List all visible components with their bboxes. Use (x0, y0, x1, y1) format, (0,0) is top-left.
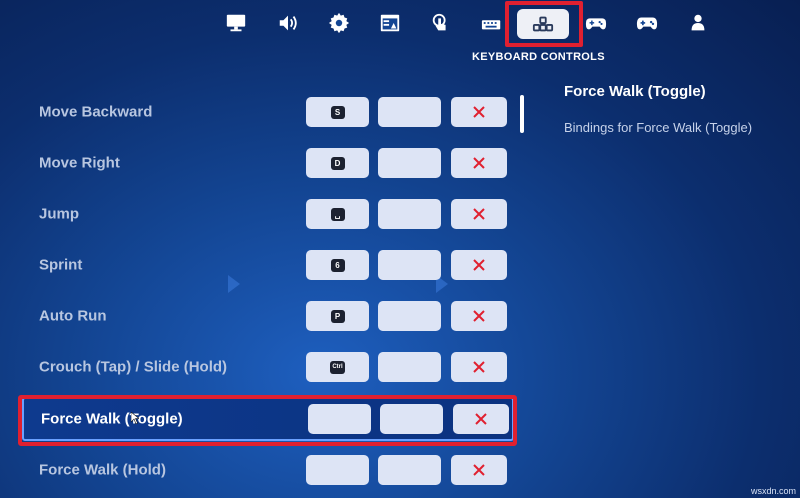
primary-binding-slot[interactable] (306, 455, 369, 485)
binding-label: Force Walk (Hold) (39, 461, 166, 479)
primary-binding-slot[interactable]: Ctrl (306, 352, 369, 382)
primary-binding-slot[interactable]: 6 (306, 250, 369, 280)
binding-label: Sprint (39, 256, 83, 274)
binding-row-crouch-slide[interactable]: Crouch (Tap) / Slide (Hold) Ctrl (22, 345, 514, 389)
key-badge: ␣ (330, 207, 345, 221)
binding-row-move-backward[interactable]: Move Backward S (22, 90, 514, 134)
detail-title: Force Walk (Toggle) (564, 83, 706, 100)
gamepad-icon (636, 17, 658, 30)
list-scrollbar[interactable] (520, 95, 524, 133)
x-icon (473, 106, 485, 118)
x-icon (473, 464, 485, 476)
binding-row-auto-run[interactable]: Auto Run P (22, 294, 514, 338)
clear-binding-button[interactable] (451, 455, 507, 485)
clear-binding-button[interactable] (451, 250, 507, 280)
binding-row-jump[interactable]: Jump ␣ (22, 192, 514, 236)
keyboard-icon (481, 20, 501, 30)
secondary-binding-slot[interactable] (378, 97, 441, 127)
tab-account[interactable] (680, 8, 716, 38)
monitor-icon (226, 14, 246, 32)
clear-binding-button[interactable] (451, 301, 507, 331)
secondary-binding-slot[interactable] (378, 301, 441, 331)
x-icon (473, 157, 485, 169)
binding-label: Auto Run (39, 307, 107, 325)
active-tab-highlight (505, 1, 583, 47)
primary-binding-slot[interactable]: S (306, 97, 369, 127)
touch-hand-icon (432, 13, 446, 31)
mouse-cursor-icon (131, 412, 139, 424)
binding-row-force-walk-hold[interactable]: Force Walk (Hold) (22, 448, 514, 492)
key-badge: S (330, 105, 345, 119)
tab-gamepad[interactable] (629, 8, 665, 38)
watermark: wsxdn.com (750, 486, 796, 496)
binding-row-sprint[interactable]: Sprint 6 (22, 243, 514, 287)
x-icon (473, 361, 485, 373)
tab-game[interactable] (321, 8, 357, 38)
key-badge: D (330, 156, 345, 170)
x-icon (473, 208, 485, 220)
binding-row-move-right[interactable]: Move Right D (22, 141, 514, 185)
tab-video[interactable] (218, 8, 254, 38)
primary-binding-slot[interactable]: D (306, 148, 369, 178)
key-badge: 6 (330, 258, 345, 272)
binding-label: Move Backward (39, 103, 153, 121)
secondary-binding-slot[interactable] (378, 455, 441, 485)
binding-label: Crouch (Tap) / Slide (Hold) (39, 358, 228, 376)
selected-row-highlight (18, 395, 517, 446)
clear-binding-button[interactable] (451, 97, 507, 127)
tab-touch[interactable] (423, 8, 459, 38)
secondary-binding-slot[interactable] (378, 352, 441, 382)
controller-icon (585, 18, 607, 30)
secondary-binding-slot[interactable] (378, 199, 441, 229)
x-icon (473, 259, 485, 271)
settings-tab-bar: KEYBOARD CONTROLS (0, 0, 800, 70)
tab-accessibility[interactable] (372, 8, 408, 38)
binding-label: Jump (39, 205, 80, 223)
speaker-icon (279, 15, 297, 31)
key-badge: Ctrl (330, 360, 345, 374)
detail-description: Bindings for Force Walk (Toggle) (564, 120, 753, 135)
secondary-binding-slot[interactable] (378, 250, 441, 280)
active-tab-caption: KEYBOARD CONTROLS (472, 51, 605, 63)
user-icon (691, 14, 705, 31)
secondary-binding-slot[interactable] (378, 148, 441, 178)
tab-controller[interactable] (578, 8, 614, 38)
primary-binding-slot[interactable]: ␣ (306, 199, 369, 229)
clear-binding-button[interactable] (451, 199, 507, 229)
clear-binding-button[interactable] (451, 352, 507, 382)
clear-binding-button[interactable] (451, 148, 507, 178)
x-icon (473, 310, 485, 322)
tab-audio[interactable] (270, 8, 306, 38)
gear-icon (328, 12, 350, 34)
key-badge: P (330, 309, 345, 323)
primary-binding-slot[interactable]: P (306, 301, 369, 331)
binding-label: Move Right (39, 154, 120, 172)
window-icon (380, 14, 400, 32)
